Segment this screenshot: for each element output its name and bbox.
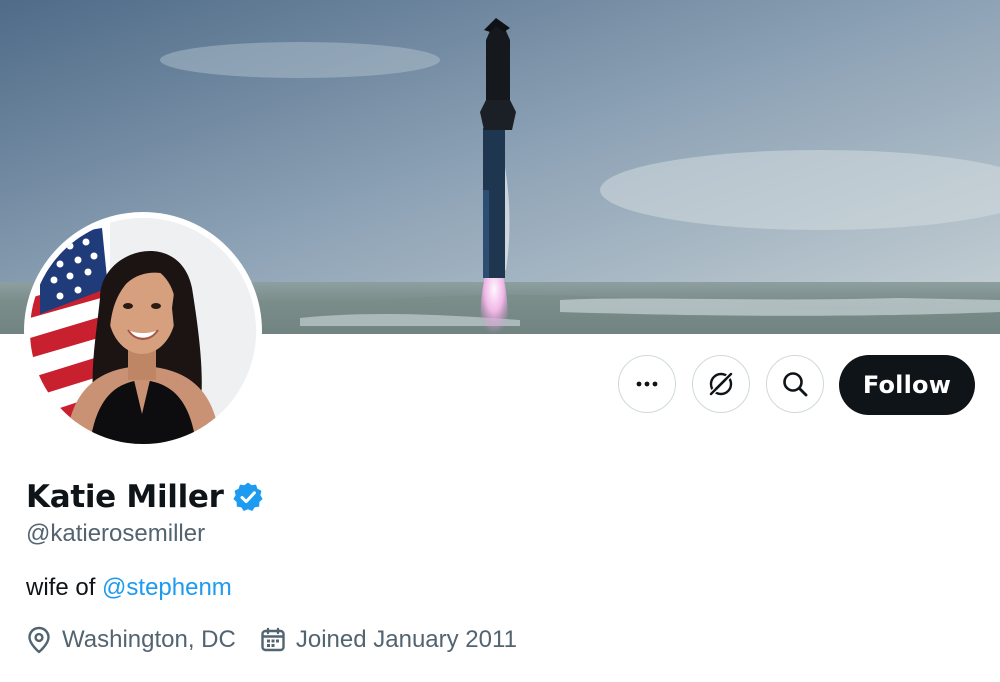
location-text: Washington, DC (62, 626, 236, 653)
bio-mention-link[interactable]: @stephenm (102, 574, 232, 601)
calendar-icon (261, 627, 285, 652)
grok-icon (709, 372, 733, 396)
profile-avatar[interactable] (24, 212, 262, 450)
profile-page: Follow Katie Miller @katierosemiller wif… (0, 0, 1000, 682)
avatar-photo (30, 218, 256, 444)
grok-button[interactable] (692, 355, 750, 413)
follow-button[interactable]: Follow (839, 355, 975, 415)
profile-meta: Washington, DC Joined January 2011 (26, 626, 517, 654)
more-options-button[interactable] (618, 355, 676, 413)
more-horizontal-icon (636, 381, 658, 387)
search-profile-button[interactable] (766, 355, 824, 413)
profile-handle: @katierosemiller (26, 520, 206, 547)
verified-badge-icon[interactable] (232, 481, 264, 513)
profile-name-row: Katie Miller (26, 476, 264, 518)
search-icon (783, 372, 808, 397)
display-name: Katie Miller (26, 479, 224, 515)
location-item: Washington, DC (26, 626, 236, 654)
joined-item: Joined January 2011 (260, 626, 517, 654)
location-pin-icon (28, 626, 50, 654)
joined-text: Joined January 2011 (295, 626, 517, 653)
bio-text: wife of (26, 574, 103, 601)
profile-bio: wife of @stephenm (26, 574, 232, 602)
